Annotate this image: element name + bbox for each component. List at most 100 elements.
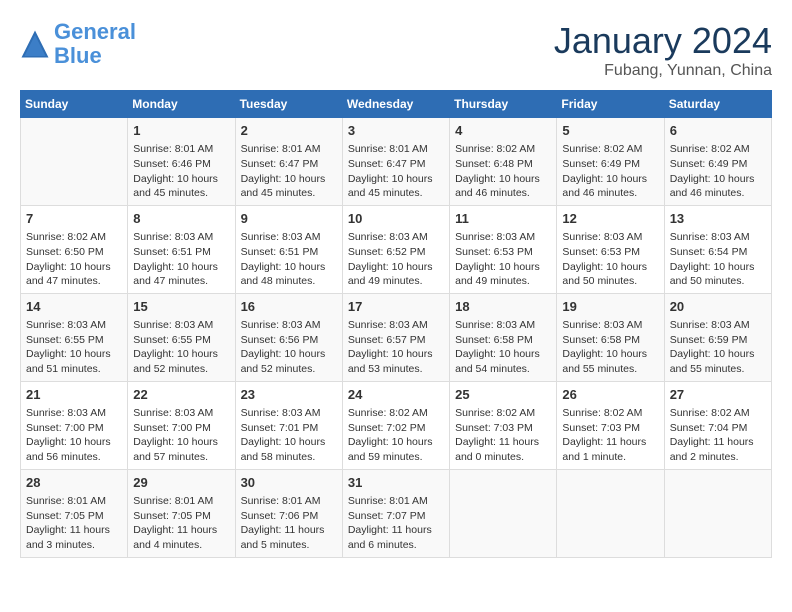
day-number: 29 bbox=[133, 474, 229, 492]
day-info: Sunrise: 8:03 AM Sunset: 6:55 PM Dayligh… bbox=[133, 318, 229, 377]
col-header-friday: Friday bbox=[557, 91, 664, 118]
day-info: Sunrise: 8:02 AM Sunset: 6:50 PM Dayligh… bbox=[26, 230, 122, 289]
day-info: Sunrise: 8:01 AM Sunset: 7:05 PM Dayligh… bbox=[26, 494, 122, 553]
day-info: Sunrise: 8:03 AM Sunset: 6:58 PM Dayligh… bbox=[455, 318, 551, 377]
day-number: 13 bbox=[670, 210, 766, 228]
day-number: 6 bbox=[670, 122, 766, 140]
day-info: Sunrise: 8:02 AM Sunset: 7:04 PM Dayligh… bbox=[670, 406, 766, 465]
calendar-cell: 10 Sunrise: 8:03 AM Sunset: 6:52 PM Dayli… bbox=[342, 205, 449, 293]
col-header-wednesday: Wednesday bbox=[342, 91, 449, 118]
calendar-cell: 31Sunrise: 8:01 AM Sunset: 7:07 PM Dayli… bbox=[342, 469, 449, 557]
calendar-cell: 15 Sunrise: 8:03 AM Sunset: 6:55 PM Dayli… bbox=[128, 293, 235, 381]
day-number: 20 bbox=[670, 298, 766, 316]
calendar-cell: 8Sunrise: 8:03 AM Sunset: 6:51 PM Daylig… bbox=[128, 205, 235, 293]
month-title: January 2024 bbox=[554, 20, 772, 62]
day-info: Sunrise: 8:01 AM Sunset: 7:06 PM Dayligh… bbox=[241, 494, 337, 553]
col-header-monday: Monday bbox=[128, 91, 235, 118]
logo-icon bbox=[20, 29, 50, 59]
col-header-saturday: Saturday bbox=[664, 91, 771, 118]
day-info: Sunrise: 8:01 AM Sunset: 6:47 PM Dayligh… bbox=[241, 142, 337, 201]
week-row-5: 28 Sunrise: 8:01 AM Sunset: 7:05 PM Dayli… bbox=[21, 469, 772, 557]
calendar-cell: 9Sunrise: 8:03 AM Sunset: 6:51 PM Daylig… bbox=[235, 205, 342, 293]
calendar-cell: 23Sunrise: 8:03 AM Sunset: 7:01 PM Dayli… bbox=[235, 381, 342, 469]
day-info: Sunrise: 8:03 AM Sunset: 7:00 PM Dayligh… bbox=[133, 406, 229, 465]
day-number: 4 bbox=[455, 122, 551, 140]
day-info: Sunrise: 8:01 AM Sunset: 7:07 PM Dayligh… bbox=[348, 494, 444, 553]
title-block: January 2024 Fubang, Yunnan, China bbox=[554, 20, 772, 80]
day-info: Sunrise: 8:02 AM Sunset: 7:03 PM Dayligh… bbox=[455, 406, 551, 465]
day-number: 10 bbox=[348, 210, 444, 228]
calendar-header-row: SundayMondayTuesdayWednesdayThursdayFrid… bbox=[21, 91, 772, 118]
calendar-cell: 30 Sunrise: 8:01 AM Sunset: 7:06 PM Dayli… bbox=[235, 469, 342, 557]
calendar-cell: 16Sunrise: 8:03 AM Sunset: 6:56 PM Dayli… bbox=[235, 293, 342, 381]
calendar-cell bbox=[21, 118, 128, 206]
day-number: 28 bbox=[26, 474, 122, 492]
week-row-2: 7 Sunrise: 8:02 AM Sunset: 6:50 PM Daylig… bbox=[21, 205, 772, 293]
calendar-cell: 6 Sunrise: 8:02 AM Sunset: 6:49 PM Daylig… bbox=[664, 118, 771, 206]
day-number: 21 bbox=[26, 386, 122, 404]
day-number: 22 bbox=[133, 386, 229, 404]
day-info: Sunrise: 8:02 AM Sunset: 6:49 PM Dayligh… bbox=[670, 142, 766, 201]
day-info: Sunrise: 8:03 AM Sunset: 6:57 PM Dayligh… bbox=[348, 318, 444, 377]
calendar-cell: 27Sunrise: 8:02 AM Sunset: 7:04 PM Dayli… bbox=[664, 381, 771, 469]
logo: General Blue bbox=[20, 20, 136, 68]
calendar-cell: 29 Sunrise: 8:01 AM Sunset: 7:05 PM Dayli… bbox=[128, 469, 235, 557]
calendar-cell: 1 Sunrise: 8:01 AM Sunset: 6:46 PM Daylig… bbox=[128, 118, 235, 206]
calendar-cell: 18 Sunrise: 8:03 AM Sunset: 6:58 PM Dayli… bbox=[450, 293, 557, 381]
day-number: 1 bbox=[133, 122, 229, 140]
col-header-tuesday: Tuesday bbox=[235, 91, 342, 118]
day-info: Sunrise: 8:03 AM Sunset: 6:54 PM Dayligh… bbox=[670, 230, 766, 289]
day-number: 12 bbox=[562, 210, 658, 228]
day-number: 7 bbox=[26, 210, 122, 228]
day-info: Sunrise: 8:03 AM Sunset: 6:51 PM Dayligh… bbox=[133, 230, 229, 289]
day-number: 23 bbox=[241, 386, 337, 404]
day-info: Sunrise: 8:02 AM Sunset: 6:48 PM Dayligh… bbox=[455, 142, 551, 201]
day-number: 11 bbox=[455, 210, 551, 228]
day-number: 24 bbox=[348, 386, 444, 404]
calendar-cell: 22 Sunrise: 8:03 AM Sunset: 7:00 PM Dayli… bbox=[128, 381, 235, 469]
day-number: 30 bbox=[241, 474, 337, 492]
day-number: 18 bbox=[455, 298, 551, 316]
day-number: 15 bbox=[133, 298, 229, 316]
week-row-1: 1 Sunrise: 8:01 AM Sunset: 6:46 PM Daylig… bbox=[21, 118, 772, 206]
day-number: 14 bbox=[26, 298, 122, 316]
day-number: 9 bbox=[241, 210, 337, 228]
calendar-body: 1 Sunrise: 8:01 AM Sunset: 6:46 PM Daylig… bbox=[21, 118, 772, 558]
day-number: 25 bbox=[455, 386, 551, 404]
location: Fubang, Yunnan, China bbox=[554, 62, 772, 80]
day-info: Sunrise: 8:03 AM Sunset: 6:53 PM Dayligh… bbox=[562, 230, 658, 289]
day-number: 17 bbox=[348, 298, 444, 316]
day-info: Sunrise: 8:03 AM Sunset: 6:53 PM Dayligh… bbox=[455, 230, 551, 289]
col-header-thursday: Thursday bbox=[450, 91, 557, 118]
logo-text: General Blue bbox=[54, 20, 136, 68]
calendar-cell: 17 Sunrise: 8:03 AM Sunset: 6:57 PM Dayli… bbox=[342, 293, 449, 381]
calendar-cell: 21 Sunrise: 8:03 AM Sunset: 7:00 PM Dayli… bbox=[21, 381, 128, 469]
day-info: Sunrise: 8:03 AM Sunset: 6:52 PM Dayligh… bbox=[348, 230, 444, 289]
day-info: Sunrise: 8:02 AM Sunset: 7:02 PM Dayligh… bbox=[348, 406, 444, 465]
calendar-cell: 19Sunrise: 8:03 AM Sunset: 6:58 PM Dayli… bbox=[557, 293, 664, 381]
calendar-cell: 5 Sunrise: 8:02 AM Sunset: 6:49 PM Daylig… bbox=[557, 118, 664, 206]
day-info: Sunrise: 8:01 AM Sunset: 6:46 PM Dayligh… bbox=[133, 142, 229, 201]
day-info: Sunrise: 8:03 AM Sunset: 6:55 PM Dayligh… bbox=[26, 318, 122, 377]
week-row-3: 14 Sunrise: 8:03 AM Sunset: 6:55 PM Dayli… bbox=[21, 293, 772, 381]
col-header-sunday: Sunday bbox=[21, 91, 128, 118]
calendar-cell: 12 Sunrise: 8:03 AM Sunset: 6:53 PM Dayli… bbox=[557, 205, 664, 293]
calendar-cell: 14 Sunrise: 8:03 AM Sunset: 6:55 PM Dayli… bbox=[21, 293, 128, 381]
calendar-cell bbox=[450, 469, 557, 557]
day-info: Sunrise: 8:02 AM Sunset: 6:49 PM Dayligh… bbox=[562, 142, 658, 201]
calendar-cell: 3Sunrise: 8:01 AM Sunset: 6:47 PM Daylig… bbox=[342, 118, 449, 206]
calendar-cell: 4 Sunrise: 8:02 AM Sunset: 6:48 PM Daylig… bbox=[450, 118, 557, 206]
day-info: Sunrise: 8:02 AM Sunset: 7:03 PM Dayligh… bbox=[562, 406, 658, 465]
calendar-cell: 2Sunrise: 8:01 AM Sunset: 6:47 PM Daylig… bbox=[235, 118, 342, 206]
day-number: 5 bbox=[562, 122, 658, 140]
day-number: 26 bbox=[562, 386, 658, 404]
day-info: Sunrise: 8:03 AM Sunset: 7:00 PM Dayligh… bbox=[26, 406, 122, 465]
calendar-cell: 11 Sunrise: 8:03 AM Sunset: 6:53 PM Dayli… bbox=[450, 205, 557, 293]
calendar-table: SundayMondayTuesdayWednesdayThursdayFrid… bbox=[20, 90, 772, 558]
day-info: Sunrise: 8:03 AM Sunset: 6:56 PM Dayligh… bbox=[241, 318, 337, 377]
day-info: Sunrise: 8:01 AM Sunset: 6:47 PM Dayligh… bbox=[348, 142, 444, 201]
calendar-cell: 7 Sunrise: 8:02 AM Sunset: 6:50 PM Daylig… bbox=[21, 205, 128, 293]
week-row-4: 21 Sunrise: 8:03 AM Sunset: 7:00 PM Dayli… bbox=[21, 381, 772, 469]
calendar-cell bbox=[557, 469, 664, 557]
day-info: Sunrise: 8:01 AM Sunset: 7:05 PM Dayligh… bbox=[133, 494, 229, 553]
